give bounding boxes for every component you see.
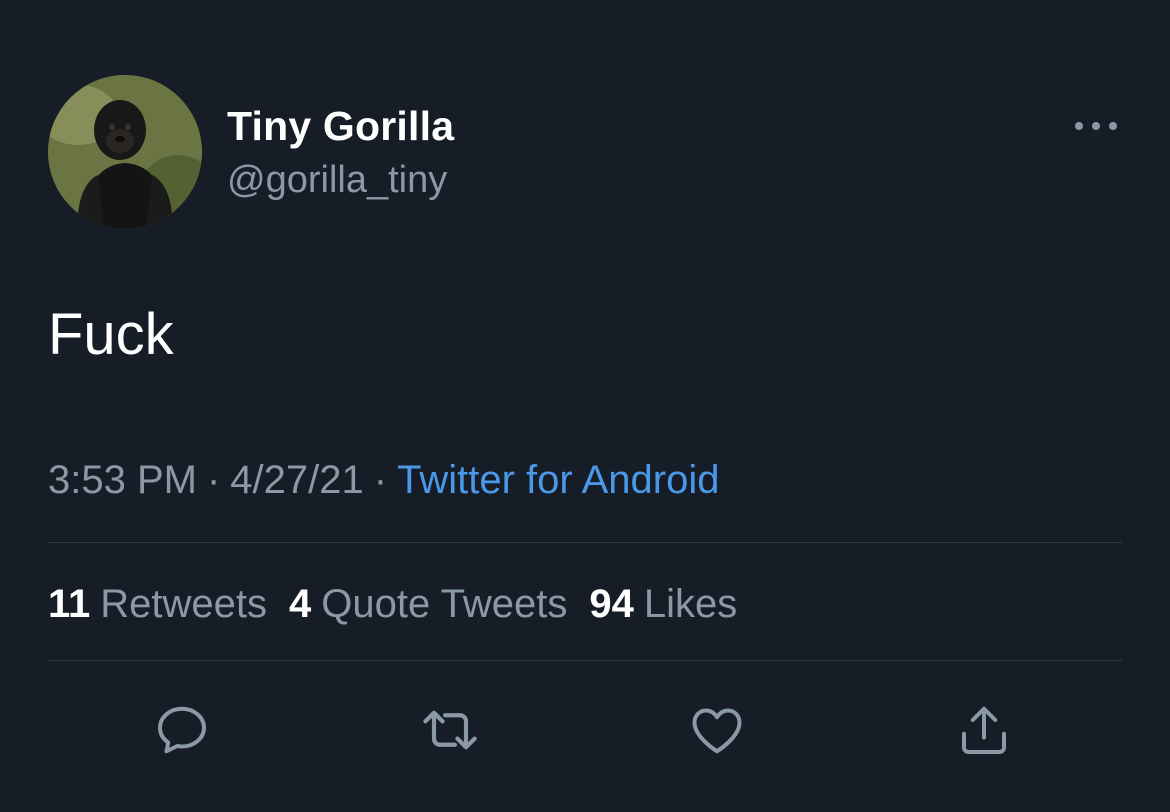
tweet-detail: Tiny Gorilla @gorilla_tiny Fuck 3:53 PM ·… (0, 0, 1170, 812)
more-icon (1075, 122, 1117, 130)
meta-separator: · (206, 458, 221, 502)
likes-label: Likes (643, 582, 738, 626)
meta-separator: · (373, 458, 388, 502)
divider (48, 660, 1122, 661)
quote-tweets-count: 4 (289, 582, 312, 626)
more-options-button[interactable] (1066, 108, 1126, 144)
gorilla-avatar-icon (48, 75, 202, 229)
retweets-stat[interactable]: 11 Retweets (48, 578, 267, 630)
tweet-text: Fuck (48, 302, 174, 367)
tweet-stats: 11 Retweets 4 Quote Tweets 94 Likes (48, 578, 759, 630)
reply-icon (158, 706, 206, 754)
quote-tweets-stat[interactable]: 4 Quote Tweets (289, 578, 567, 630)
retweets-label: Retweets (100, 582, 268, 626)
like-button[interactable] (685, 698, 749, 762)
tweet-time[interactable]: 3:53 PM (48, 458, 197, 502)
retweet-icon (423, 710, 477, 750)
quote-tweets-label: Quote Tweets (321, 582, 568, 626)
tweet-source-link[interactable]: Twitter for Android (397, 458, 719, 502)
share-button[interactable] (952, 698, 1016, 762)
like-icon (692, 708, 742, 754)
author-display-name[interactable]: Tiny Gorilla (227, 100, 454, 152)
tweet-metadata: 3:53 PM · 4/27/21 · Twitter for Android (48, 455, 719, 505)
likes-count: 94 (589, 582, 634, 626)
retweet-button[interactable] (418, 698, 482, 762)
share-icon (962, 706, 1006, 754)
likes-stat[interactable]: 94 Likes (589, 578, 737, 630)
author-info[interactable]: Tiny Gorilla @gorilla_tiny (227, 100, 454, 206)
reply-button[interactable] (150, 698, 214, 762)
divider (48, 542, 1122, 543)
author-handle[interactable]: @gorilla_tiny (227, 154, 454, 206)
avatar[interactable] (48, 75, 202, 229)
tweet-date[interactable]: 4/27/21 (230, 458, 363, 502)
retweets-count: 11 (48, 582, 91, 626)
